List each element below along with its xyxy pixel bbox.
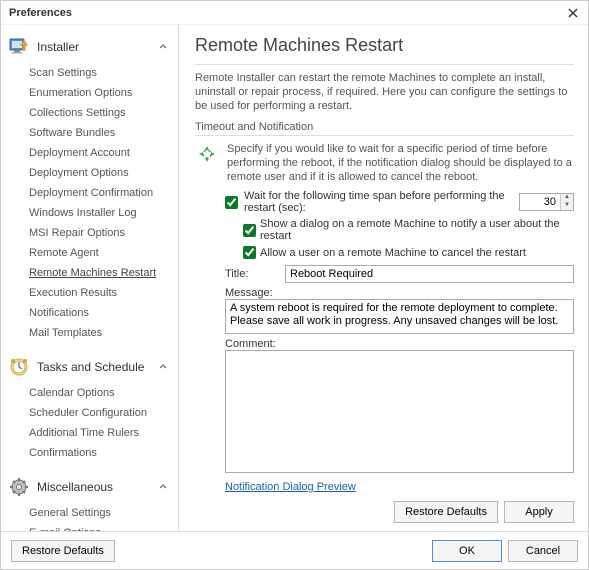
wait-seconds-input[interactable] [520,194,560,210]
allow-cancel-checkbox[interactable] [243,246,256,259]
gear-icon [7,475,31,499]
sidebar-item[interactable]: Windows Installer Log [1,203,178,223]
sidebar-item[interactable]: Scan Settings [1,63,178,83]
title-row: Title: [225,265,574,283]
comment-label: Comment: [225,338,574,350]
sidebar-item[interactable]: Collections Settings [1,103,178,123]
title-label: Title: [225,268,279,280]
sidebar-item[interactable]: Calendar Options [1,383,178,403]
sidebar-item[interactable]: Mail Templates [1,323,178,343]
message-textarea[interactable] [225,299,574,334]
sidebar-item[interactable]: MSI Repair Options [1,223,178,243]
sidebar: Installer Scan Settings Enumeration Opti… [1,25,179,531]
sidebar-group-tasks-items: Calendar Options Scheduler Configuration… [1,383,178,471]
spinner-down-icon[interactable]: ▼ [561,202,573,210]
title-input[interactable] [285,265,574,283]
titlebar: Preferences [1,1,588,25]
preview-link[interactable]: Notification Dialog Preview [225,481,574,493]
sidebar-item[interactable]: Deployment Options [1,163,178,183]
ok-button[interactable]: OK [432,540,502,562]
sidebar-group-misc[interactable]: Miscellaneous [1,471,178,503]
window-title: Preferences [9,7,72,19]
clock-icon [7,355,31,379]
sidebar-item[interactable]: Notifications [1,303,178,323]
sidebar-group-installer[interactable]: Installer [1,31,178,63]
chevron-up-icon [158,362,168,372]
main: Installer Scan Settings Enumeration Opti… [1,25,588,531]
chevron-up-icon [158,482,168,492]
sidebar-group-label: Tasks and Schedule [37,360,158,374]
sidebar-group-label: Miscellaneous [37,480,158,494]
content: Remote Machines Restart Remote Installer… [179,25,588,531]
sidebar-item[interactable]: E-mail Options [1,523,178,531]
message-label: Message: [225,287,574,299]
sidebar-group-label: Installer [37,40,158,54]
allow-cancel-label: Allow a user on a remote Machine to canc… [260,247,526,259]
page-description: Remote Installer can restart the remote … [195,71,574,113]
sidebar-item[interactable]: Deployment Account [1,143,178,163]
wait-seconds-spinner[interactable]: ▲ ▼ [519,193,574,211]
wait-checkbox[interactable] [225,196,238,209]
sidebar-item[interactable]: Enumeration Options [1,83,178,103]
comment-textarea[interactable] [225,350,574,473]
section-description: Specify if you would like to wait for a … [227,142,574,184]
sidebar-item-remote-machines-restart[interactable]: Remote Machines Restart [1,263,178,283]
cancel-button[interactable]: Cancel [508,540,578,562]
sidebar-group-installer-items: Scan Settings Enumeration Options Collec… [1,63,178,351]
sidebar-group-tasks[interactable]: Tasks and Schedule [1,351,178,383]
refresh-icon [195,142,219,166]
footer: Restore Defaults OK Cancel [1,531,588,569]
page-title: Remote Machines Restart [195,35,574,56]
sidebar-item[interactable]: General Settings [1,503,178,523]
divider [195,64,574,65]
sidebar-item[interactable]: Additional Time Rulers [1,423,178,443]
sidebar-group-misc-items: General Settings E-mail Options Program … [1,503,178,531]
installer-icon [7,35,31,59]
section-intro: Specify if you would like to wait for a … [195,142,574,184]
sidebar-item[interactable]: Execution Results [1,283,178,303]
wait-label: Wait for the following time span before … [244,190,513,214]
apply-button[interactable]: Apply [504,501,574,523]
sidebar-item[interactable]: Scheduler Configuration [1,403,178,423]
sidebar-item[interactable]: Remote Agent [1,243,178,263]
sidebar-item[interactable]: Software Bundles [1,123,178,143]
show-dialog-label: Show a dialog on a remote Machine to not… [260,218,574,242]
spinner-up-icon[interactable]: ▲ [561,194,573,202]
sidebar-item[interactable]: Deployment Confirmation [1,183,178,203]
close-icon[interactable] [564,4,582,22]
restore-defaults-button[interactable]: Restore Defaults [394,501,498,523]
wait-row: Wait for the following time span before … [225,190,574,214]
allow-cancel-row: Allow a user on a remote Machine to canc… [243,246,574,259]
chevron-up-icon [158,42,168,52]
sidebar-item[interactable]: Confirmations [1,443,178,463]
section-title: Timeout and Notification [195,121,574,133]
show-dialog-row: Show a dialog on a remote Machine to not… [243,218,574,242]
show-dialog-checkbox[interactable] [243,224,256,237]
restore-defaults-global-button[interactable]: Restore Defaults [11,540,115,562]
content-buttons: Restore Defaults Apply [195,501,574,523]
divider [195,135,574,136]
